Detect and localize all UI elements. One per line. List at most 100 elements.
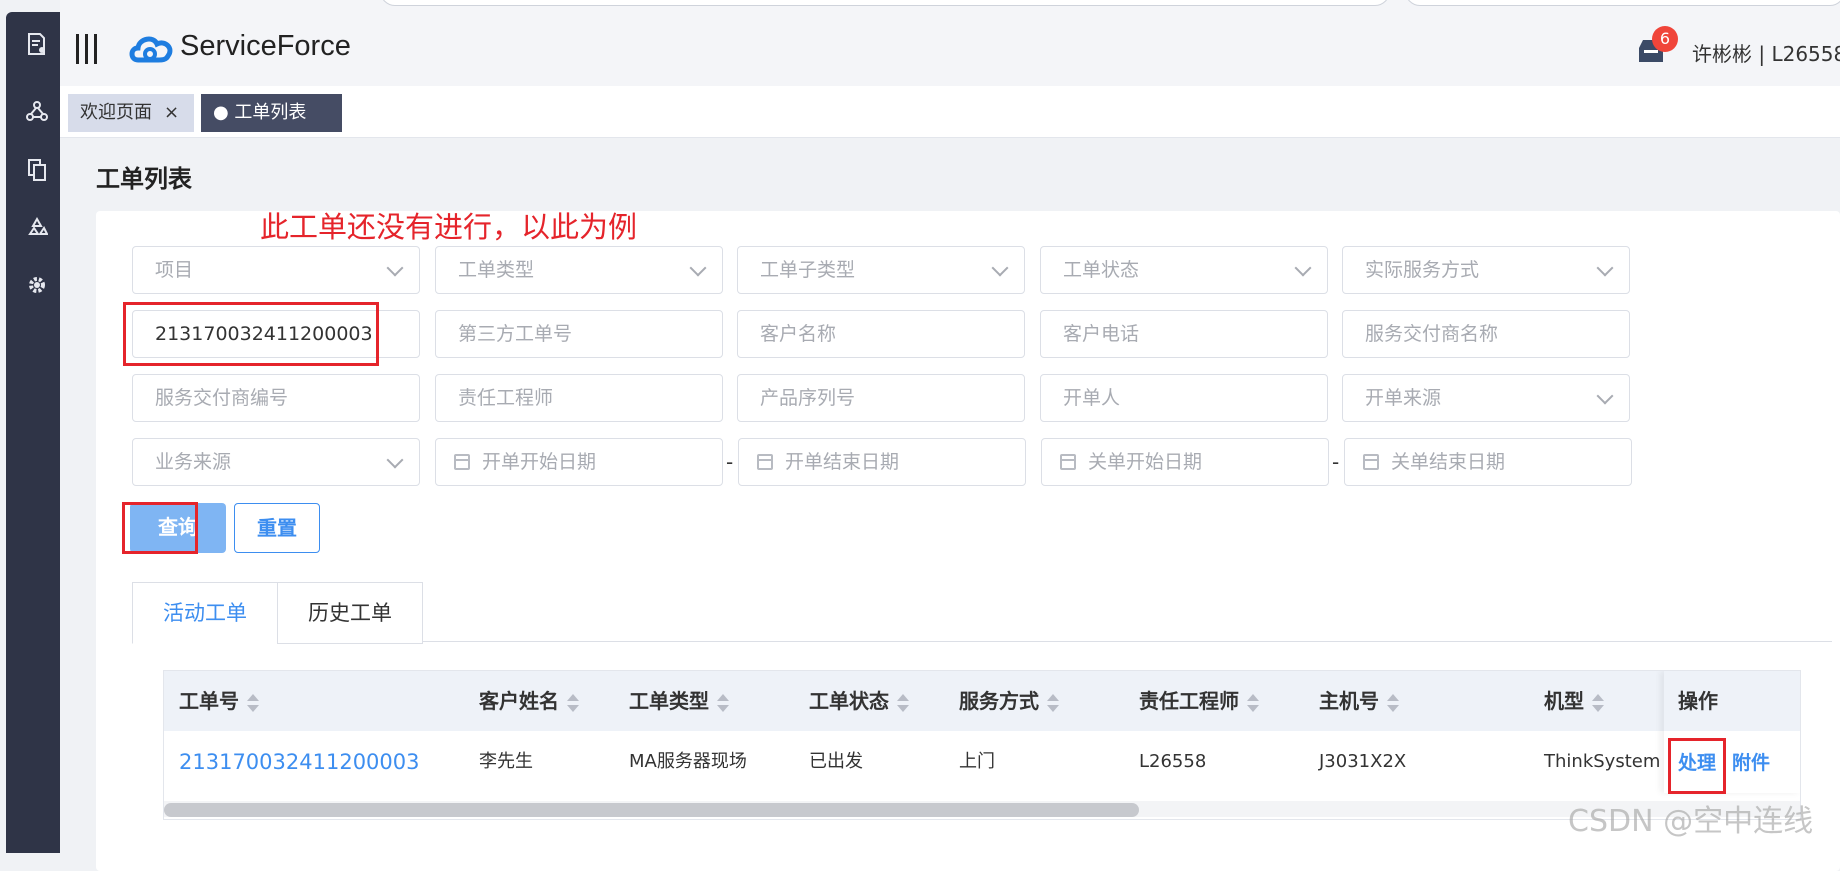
engineer-cell: L26558 xyxy=(1139,751,1207,772)
order-subtype-select[interactable]: 工单子类型 xyxy=(737,246,1025,294)
engineer-input[interactable]: 责任工程师 xyxy=(435,374,723,422)
order-type-select[interactable]: 工单类型 xyxy=(435,246,723,294)
sort-icon[interactable] xyxy=(897,693,909,713)
chevron-down-icon xyxy=(1294,259,1312,277)
highlight-process-link xyxy=(1668,738,1726,794)
project-select[interactable]: 项目 xyxy=(132,246,420,294)
tab-label: ● 工单列表 xyxy=(213,102,307,123)
sort-icon[interactable] xyxy=(717,693,729,713)
order-list-tabs: 活动工单 历史工单 xyxy=(132,582,1832,644)
attachment-link[interactable]: 附件 xyxy=(1732,731,1770,793)
field-placeholder: 客户名称 xyxy=(760,323,837,345)
date-range-separator: - xyxy=(726,450,734,474)
tab-welcome[interactable]: 欢迎页面 × xyxy=(68,94,194,132)
serviceforce-logo xyxy=(129,36,173,63)
top-bar: ServiceForce 6 许彬彬 | L26558 xyxy=(60,0,1840,86)
field-placeholder: 客户电话 xyxy=(1063,323,1140,345)
sort-icon[interactable] xyxy=(567,693,579,713)
calendar-icon xyxy=(454,454,470,470)
column-label: 机型 xyxy=(1544,689,1584,713)
column-header[interactable]: 责任工程师 xyxy=(1139,671,1259,731)
provider-name-input[interactable]: 服务交付商名称 xyxy=(1342,310,1630,358)
chevron-down-icon xyxy=(1596,259,1614,277)
tab-order-list[interactable]: ● 工单列表× xyxy=(201,94,342,161)
chevron-down-icon xyxy=(1596,387,1614,405)
customer-phone-input[interactable]: 客户电话 xyxy=(1040,310,1328,358)
highlight-order-number xyxy=(123,302,379,366)
sort-icon[interactable] xyxy=(1247,693,1259,713)
calendar-icon xyxy=(1363,454,1379,470)
browser-address-bar[interactable] xyxy=(380,0,1390,6)
order-status-select[interactable]: 工单状态 xyxy=(1040,246,1328,294)
gear-icon[interactable] xyxy=(24,274,50,300)
serial-number-input[interactable]: 产品序列号 xyxy=(737,374,1025,422)
field-placeholder: 开单人 xyxy=(1063,387,1121,409)
order-number-link[interactable]: 213170032411200003 xyxy=(179,731,420,793)
column-label: 主机号 xyxy=(1319,689,1379,713)
notification-badge: 6 xyxy=(1652,26,1678,52)
tab-active-orders[interactable]: 活动工单 xyxy=(132,582,278,644)
field-placeholder: 项目 xyxy=(155,259,194,281)
creator-input[interactable]: 开单人 xyxy=(1040,374,1328,422)
column-header[interactable]: 工单类型 xyxy=(629,671,729,731)
red-annotation-text: 此工单还没有进行，以此为例 xyxy=(260,210,638,244)
sidebar-rail xyxy=(6,12,60,853)
sort-icon[interactable] xyxy=(247,693,259,713)
column-label: 客户姓名 xyxy=(479,689,559,713)
sort-icon[interactable] xyxy=(1047,693,1059,713)
chevron-down-icon xyxy=(689,259,707,277)
column-label: 工单号 xyxy=(179,689,239,713)
column-header[interactable]: 工单号 xyxy=(179,671,259,731)
highlight-query-button xyxy=(122,502,198,554)
sidebar xyxy=(0,0,60,853)
tab-history-orders[interactable]: 历史工单 xyxy=(277,582,423,644)
field-placeholder: 开单开始日期 xyxy=(482,451,597,473)
provider-code-input[interactable]: 服务交付商编号 xyxy=(132,374,420,422)
field-placeholder: 服务交付商编号 xyxy=(155,387,289,409)
column-header[interactable]: 工单状态 xyxy=(809,671,909,731)
field-placeholder: 实际服务方式 xyxy=(1365,259,1480,281)
column-header: 操作 xyxy=(1664,671,1800,731)
sort-icon[interactable] xyxy=(1387,693,1399,713)
field-placeholder: 服务交付商名称 xyxy=(1365,323,1499,345)
brand-name: ServiceForce xyxy=(180,30,351,62)
chevron-down-icon xyxy=(386,259,404,277)
field-placeholder: 责任工程师 xyxy=(458,387,554,409)
third-party-order-input[interactable]: 第三方工单号 xyxy=(435,310,723,358)
business-source-select[interactable]: 业务来源 xyxy=(132,438,420,486)
service-mode-select[interactable]: 实际服务方式 xyxy=(1342,246,1630,294)
close-start-date-picker[interactable]: 关单开始日期 xyxy=(1041,438,1329,486)
field-placeholder: 开单来源 xyxy=(1365,387,1442,409)
calendar-icon xyxy=(1060,454,1076,470)
browser-search-bar[interactable] xyxy=(1405,0,1840,6)
network-icon[interactable] xyxy=(24,100,50,126)
open-start-date-picker[interactable]: 开单开始日期 xyxy=(435,438,723,486)
column-label: 工单类型 xyxy=(629,689,709,713)
open-end-date-picker[interactable]: 开单结束日期 xyxy=(738,438,1026,486)
host-cell: J3031X2X xyxy=(1319,751,1407,772)
close-end-date-picker[interactable]: 关单结束日期 xyxy=(1344,438,1632,486)
watermark: CSDN @空中连线 xyxy=(1568,804,1814,839)
order-source-select[interactable]: 开单来源 xyxy=(1342,374,1630,422)
column-header[interactable]: 主机号 xyxy=(1319,671,1399,731)
status-cell: 已出发 xyxy=(809,751,863,772)
column-header[interactable]: 服务方式 xyxy=(959,671,1059,731)
close-icon[interactable]: × xyxy=(164,102,179,123)
mode-cell: 上门 xyxy=(959,751,995,772)
chevron-down-icon xyxy=(991,259,1009,277)
sort-icon[interactable] xyxy=(1592,693,1604,713)
scrollbar-thumb[interactable] xyxy=(164,803,1139,817)
user-info[interactable]: 许彬彬 | L26558 xyxy=(1692,38,1840,67)
copy-documents-icon[interactable] xyxy=(24,158,50,184)
column-header[interactable]: 客户姓名 xyxy=(479,671,579,731)
menu-toggle-icon[interactable] xyxy=(76,34,100,64)
page-tabs-bar: 欢迎页面 × ● 工单列表× xyxy=(60,86,1840,161)
type-cell: MA服务器现场 xyxy=(629,751,747,772)
column-header[interactable]: 机型 xyxy=(1544,671,1604,731)
reset-button[interactable]: 重置 xyxy=(234,503,320,553)
recycle-icon[interactable] xyxy=(24,216,50,242)
document-settings-icon[interactable] xyxy=(24,32,50,58)
tab-label: 欢迎页面 xyxy=(80,102,152,123)
field-placeholder: 工单状态 xyxy=(1063,259,1140,281)
customer-name-input[interactable]: 客户名称 xyxy=(737,310,1025,358)
